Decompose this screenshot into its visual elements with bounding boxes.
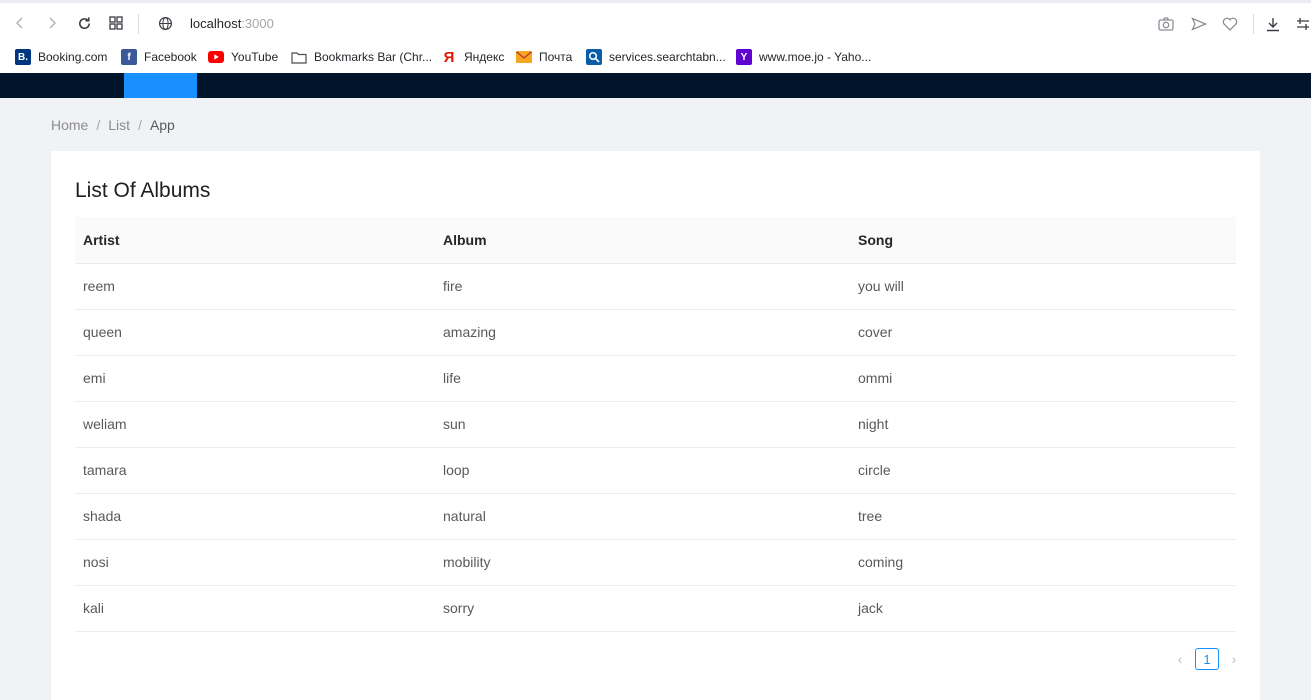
yahoo-icon: Y: [736, 49, 752, 65]
booking-icon: B.: [15, 49, 31, 65]
table-header-row: Artist Album Song: [75, 217, 1236, 264]
table-row: kali sorry jack: [75, 585, 1236, 632]
cell-album: life: [435, 355, 850, 402]
facebook-icon: f: [121, 49, 137, 65]
url-port-text: :3000: [241, 16, 274, 31]
globe-icon[interactable]: [155, 13, 175, 33]
youtube-icon: [208, 49, 224, 65]
cell-song: cover: [850, 309, 1236, 356]
bookmark-label: Booking.com: [38, 50, 108, 64]
table-row: queen amazing cover: [75, 309, 1236, 356]
mail-icon: [516, 49, 532, 65]
table-row: shada natural tree: [75, 493, 1236, 540]
toolbar-divider: [138, 14, 139, 34]
cell-artist: emi: [75, 355, 435, 402]
bookmark-yahoo[interactable]: Y www.moe.jo - Yaho...: [736, 47, 871, 67]
bookmark-facebook[interactable]: f Facebook: [121, 47, 197, 67]
url-host-text: localhost: [190, 16, 242, 31]
bookmark-label: www.moe.jo - Yaho...: [759, 50, 872, 64]
back-icon[interactable]: [10, 13, 30, 33]
cell-album: fire: [435, 263, 850, 310]
cell-album: sorry: [435, 585, 850, 632]
yandex-icon: Я: [443, 48, 455, 66]
breadcrumb-list[interactable]: List: [108, 117, 130, 133]
table-row: nosi mobility coming: [75, 539, 1236, 586]
heart-icon[interactable]: [1221, 15, 1239, 33]
cell-song: you will: [850, 263, 1236, 310]
table-row: reem fire you will: [75, 263, 1236, 310]
reload-icon[interactable]: [74, 13, 94, 33]
content-card: List Of Albums Artist Album Song reem fi…: [51, 151, 1260, 700]
header-menu-item-active[interactable]: [124, 73, 197, 98]
breadcrumb-separator: /: [96, 117, 101, 133]
cell-song: night: [850, 401, 1236, 448]
cell-artist: kali: [75, 585, 435, 632]
cell-album: natural: [435, 493, 850, 540]
cell-album: amazing: [435, 309, 850, 356]
bookmark-label: services.searchtabn...: [609, 50, 726, 64]
breadcrumb-current: App: [149, 117, 175, 133]
pagination-next-icon[interactable]: ›: [1225, 648, 1243, 670]
bookmark-label: YouTube: [231, 50, 279, 64]
send-icon[interactable]: [1190, 15, 1208, 33]
cell-artist: queen: [75, 309, 435, 356]
bookmark-booking[interactable]: B. Booking.com: [15, 47, 107, 67]
bookmark-label: Bookmarks Bar (Chr...: [314, 50, 433, 64]
search-icon: [586, 49, 602, 65]
cell-song: tree: [850, 493, 1236, 540]
bookmark-label: Facebook: [144, 50, 197, 64]
bookmark-folder[interactable]: Bookmarks Bar (Chr...: [291, 47, 432, 67]
cell-song: jack: [850, 585, 1236, 632]
pagination-prev-icon[interactable]: ‹: [1171, 648, 1189, 670]
bookmark-yandex[interactable]: Я Яндекс: [441, 47, 505, 67]
bookmarks-bar: B. Booking.com f Facebook YouTube Bookma…: [0, 44, 1311, 73]
table-row: weliam sun night: [75, 401, 1236, 448]
column-header-artist: Artist: [75, 217, 435, 264]
cell-artist: tamara: [75, 447, 435, 494]
albums-table: Artist Album Song reem fire you will que…: [75, 217, 1236, 632]
breadcrumb: Home / List / App: [51, 117, 175, 133]
folder-icon: [291, 49, 307, 65]
table-row: emi life ommi: [75, 355, 1236, 402]
toolbar-divider: [1253, 14, 1254, 34]
forward-icon[interactable]: [42, 13, 62, 33]
pagination: ‹ 1 ›: [1171, 648, 1243, 670]
bookmark-label: Яндекс: [464, 50, 505, 64]
cell-artist: shada: [75, 493, 435, 540]
column-header-song: Song: [850, 217, 1236, 264]
browser-toolbar: localhost:3000: [0, 0, 1311, 44]
speed-dial-icon[interactable]: [106, 13, 126, 33]
table-row: tamara loop circle: [75, 447, 1236, 494]
column-header-album: Album: [435, 217, 850, 264]
address-bar[interactable]: localhost:3000: [190, 16, 274, 31]
cell-song: coming: [850, 539, 1236, 586]
cell-album: mobility: [435, 539, 850, 586]
cell-song: ommi: [850, 355, 1236, 402]
settings-sliders-icon[interactable]: [1294, 15, 1311, 33]
app-header: [0, 73, 1311, 98]
bookmark-youtube[interactable]: YouTube: [208, 47, 278, 67]
cell-artist: reem: [75, 263, 435, 310]
pagination-page-1[interactable]: 1: [1195, 648, 1219, 670]
cell-album: loop: [435, 447, 850, 494]
bookmark-mail[interactable]: Почта: [516, 47, 572, 67]
page-title: List Of Albums: [75, 179, 211, 202]
breadcrumb-separator: /: [138, 117, 142, 133]
camera-icon[interactable]: [1157, 15, 1175, 33]
cell-song: circle: [850, 447, 1236, 494]
cell-album: sun: [435, 401, 850, 448]
bookmark-label: Почта: [539, 50, 573, 64]
cell-artist: weliam: [75, 401, 435, 448]
cell-artist: nosi: [75, 539, 435, 586]
breadcrumb-home[interactable]: Home: [51, 117, 88, 133]
bookmark-searchtab[interactable]: services.searchtabn...: [586, 47, 726, 67]
download-icon[interactable]: [1264, 15, 1282, 33]
